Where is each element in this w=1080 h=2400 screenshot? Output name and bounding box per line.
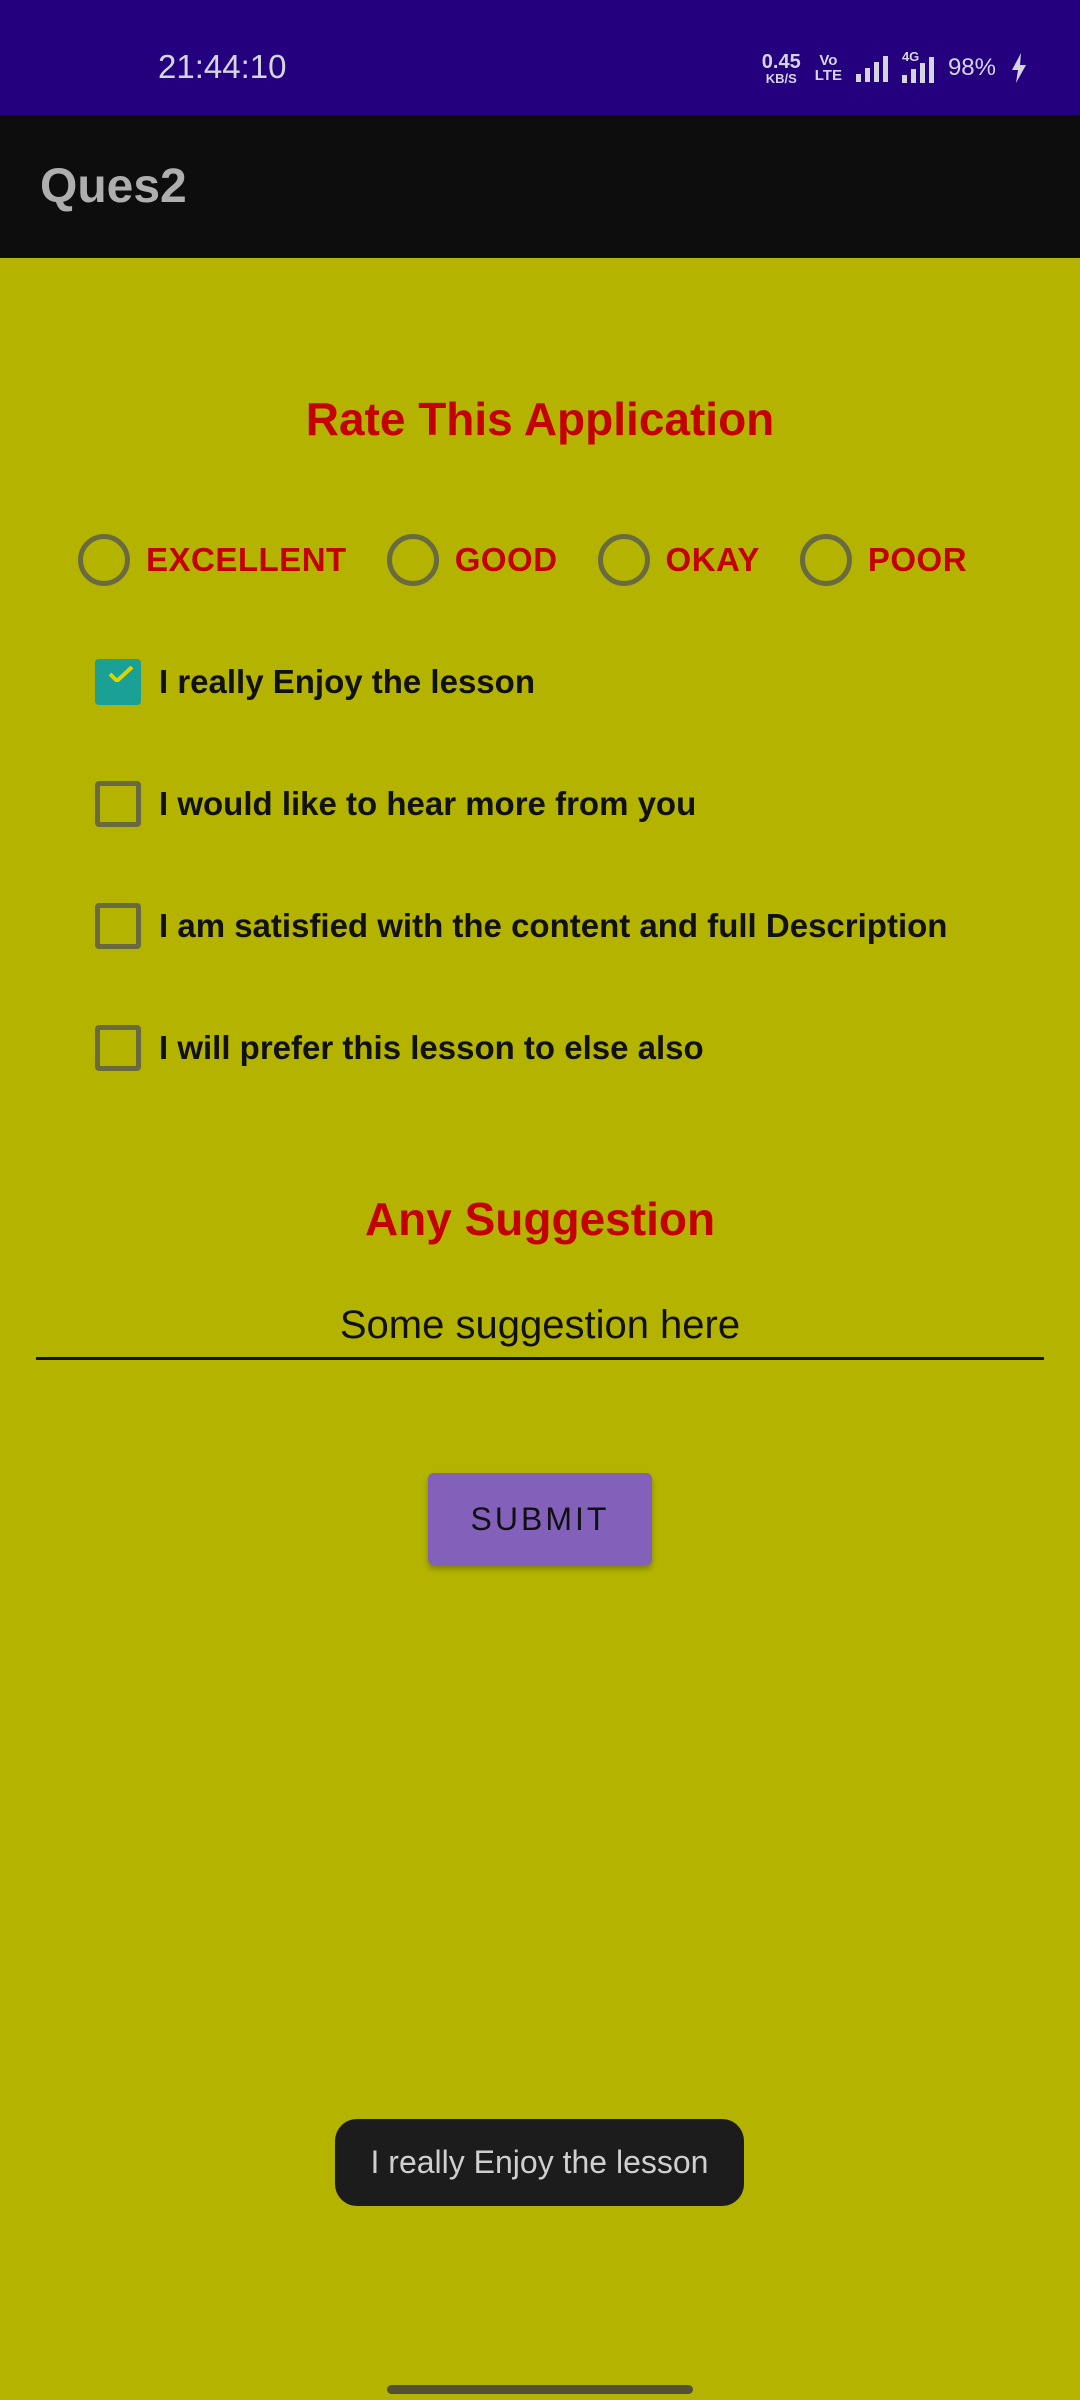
radio-circle-icon[interactable] bbox=[386, 534, 439, 586]
volte-icon: Vo LTE bbox=[815, 53, 842, 83]
volte-top: Vo bbox=[819, 52, 838, 69]
network-speed-value: 0.45 bbox=[761, 50, 801, 73]
network-speed: 0.45 KB/S bbox=[762, 52, 801, 85]
status-bar: 21:44:10 0.45 KB/S Vo LTE 4G 98% bbox=[0, 0, 1080, 115]
radio-circle-icon[interactable] bbox=[78, 534, 130, 586]
radio-poor[interactable]: POOR bbox=[799, 534, 967, 586]
radio-label[interactable]: OKAY bbox=[666, 541, 760, 579]
app-bar: Ques2 bbox=[0, 115, 1080, 258]
checkmark-icon bbox=[108, 666, 134, 682]
radio-circle-icon[interactable] bbox=[597, 534, 650, 586]
radio-okay[interactable]: OKAY bbox=[597, 534, 760, 586]
checkbox-label[interactable]: I am satisfied with the content and full… bbox=[159, 907, 947, 945]
checkbox-unchecked-icon[interactable] bbox=[95, 903, 141, 949]
signal-4g-icon: 4G bbox=[901, 49, 934, 83]
checkbox-label[interactable]: I would like to hear more from you bbox=[159, 785, 696, 823]
home-indicator[interactable] bbox=[387, 2385, 693, 2394]
checkbox-prefer-lesson[interactable]: I will prefer this lesson to else also bbox=[95, 1025, 704, 1071]
checkbox-satisfied-content[interactable]: I am satisfied with the content and full… bbox=[95, 903, 947, 949]
submit-button[interactable]: SUBMIT bbox=[428, 1473, 652, 1565]
checkbox-hear-more[interactable]: I would like to hear more from you bbox=[95, 781, 696, 827]
suggestion-heading: Any Suggestion bbox=[364, 1193, 716, 1245]
status-time: 21:44:10 bbox=[158, 48, 287, 85]
charging-icon bbox=[1012, 53, 1026, 83]
toast-message: I really Enjoy the lesson bbox=[335, 2119, 744, 2206]
status-icons: 0.45 KB/S Vo LTE 4G 98% bbox=[762, 48, 1028, 88]
volte-bottom: LTE bbox=[814, 67, 842, 84]
radio-circle-icon[interactable] bbox=[799, 534, 852, 586]
signal-icon bbox=[855, 54, 888, 82]
checkbox-unchecked-icon[interactable] bbox=[95, 781, 141, 827]
radio-label[interactable]: GOOD bbox=[455, 541, 558, 579]
battery-level: 98% bbox=[947, 54, 996, 81]
checkbox-label[interactable]: I will prefer this lesson to else also bbox=[159, 1029, 704, 1067]
app-title: Ques2 bbox=[40, 160, 187, 213]
checkbox-label[interactable]: I really Enjoy the lesson bbox=[159, 663, 535, 701]
radio-good[interactable]: GOOD bbox=[386, 534, 558, 586]
checkbox-unchecked-icon[interactable] bbox=[95, 1025, 141, 1071]
radio-label[interactable]: EXCELLENT bbox=[146, 541, 347, 579]
signal-4g-tag: 4G bbox=[901, 49, 920, 64]
checkbox-checked-icon[interactable] bbox=[95, 659, 141, 705]
rating-radio-group: EXCELLENT GOOD OKAY POOR bbox=[78, 532, 1007, 588]
suggestion-input[interactable] bbox=[36, 1285, 1044, 1360]
radio-excellent[interactable]: EXCELLENT bbox=[78, 534, 347, 586]
rate-heading: Rate This Application bbox=[305, 393, 775, 445]
network-speed-unit: KB/S bbox=[765, 70, 797, 86]
checkbox-enjoy-lesson[interactable]: I really Enjoy the lesson bbox=[95, 659, 535, 705]
radio-label[interactable]: POOR bbox=[868, 541, 967, 579]
